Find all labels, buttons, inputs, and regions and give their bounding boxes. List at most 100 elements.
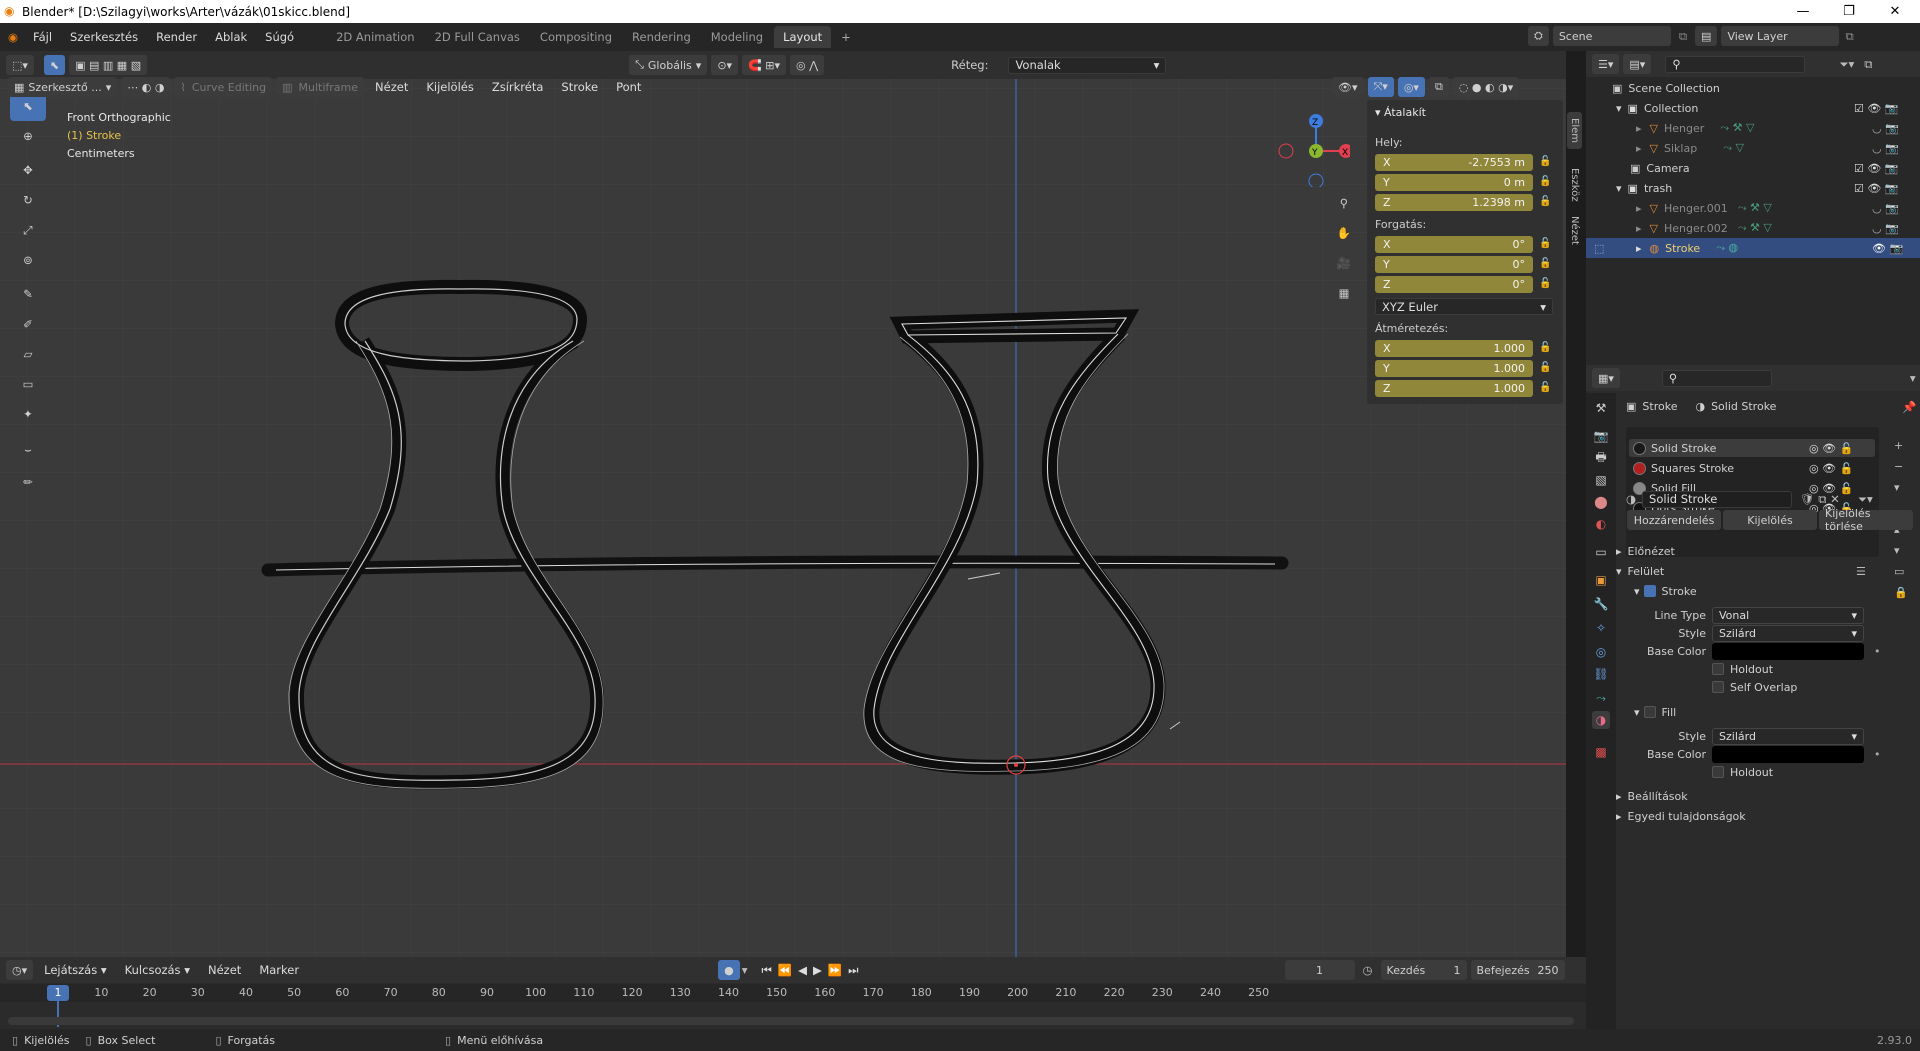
select-mode-buttons[interactable]: ⋯ ◐ ◑ [121, 77, 171, 97]
tool-annotate[interactable]: ✏ [10, 467, 46, 497]
overlay-icon[interactable]: ◎▾ [1397, 77, 1425, 97]
filter-icon[interactable]: ⏷▾ [1839, 57, 1854, 72]
proportional-icon[interactable]: ◎ ⋀ [790, 55, 825, 75]
output-tab-icon[interactable]: 🖶 [1592, 449, 1610, 467]
holdout-checkbox[interactable] [1712, 663, 1724, 675]
assign-button[interactable]: Hozzárendelés [1627, 510, 1721, 530]
timeline-menu-view[interactable]: Nézet [199, 963, 250, 977]
timeline-menu-marker[interactable]: Marker [250, 963, 308, 977]
outliner-row[interactable]: ▸ ▽ Henger.002 ⤳ ⚒ ▽ ◡ 📷 [1586, 218, 1920, 238]
pin-icon[interactable]: 📌 [1902, 400, 1916, 414]
section-surface[interactable]: ▾ Felület ☰ [1616, 561, 1920, 581]
tool-bend[interactable]: ✐ [10, 309, 46, 339]
select-tool-icon[interactable]: ⬉ [43, 55, 66, 75]
timeline-menu-keying[interactable]: Kulcsozás ▾ [116, 963, 199, 977]
close-icon[interactable]: ✕ [1872, 0, 1918, 23]
shading-modes-icon[interactable]: ◌ ● ◐ ◑▾ [1452, 77, 1520, 97]
lock-icon[interactable]: 🔓 [1539, 238, 1553, 250]
tab-rendering[interactable]: Rendering [623, 26, 700, 48]
blender-menu-icon[interactable]: ◉ [8, 30, 18, 44]
material-slot-item[interactable]: Squares Stroke ◎ 👁 🔓 [1629, 459, 1859, 477]
editor-type-icon[interactable]: ⬚▾ [6, 55, 34, 75]
tab-2d-full-canvas[interactable]: 2D Full Canvas [426, 26, 529, 48]
timeline-editor-icon[interactable]: ◷▾ [6, 960, 34, 980]
fill-base-color-swatch[interactable] [1712, 745, 1864, 763]
menu-window[interactable]: Ablak [206, 30, 256, 44]
tab-item[interactable]: Elem [1567, 112, 1582, 149]
rotation-z-field[interactable]: Z 0° [1375, 276, 1533, 293]
modifier-tab-icon[interactable]: 🔧 [1592, 595, 1610, 613]
playback-controls[interactable]: ⏮⏪◀▶⏩⏭ [761, 963, 864, 978]
timeline-scrollbar[interactable] [8, 1017, 1574, 1025]
world-tab-icon[interactable]: ◐ [1592, 515, 1610, 533]
self-overlap-checkbox[interactable] [1712, 681, 1724, 693]
lock-icon[interactable]: 🔓 [1539, 156, 1553, 168]
tab-tool[interactable]: Eszköz [1567, 162, 1582, 208]
list-icon[interactable]: ☰ [1856, 565, 1866, 578]
maximize-icon[interactable]: ❐ [1826, 0, 1872, 23]
select-mode-icons[interactable]: ▣ ▤ ▥ ▦ ▧ [69, 55, 148, 75]
vp-menu-gpencil[interactable]: Zsírkréta [483, 80, 553, 94]
tab-2d-animation[interactable]: 2D Animation [327, 26, 423, 48]
xray-icon[interactable]: ⧉ [1428, 77, 1449, 97]
lock-icon[interactable]: 🔓 [1539, 176, 1553, 188]
subsection-stroke[interactable]: ▾ Stroke [1616, 581, 1920, 601]
rotation-x-field[interactable]: X 0° [1375, 236, 1533, 253]
minimize-icon[interactable]: — [1780, 0, 1826, 23]
style-dropdown[interactable]: Szilárd ▾ [1712, 624, 1864, 642]
scene-tab-icon[interactable]: ⬤ [1592, 493, 1610, 511]
material-name-field[interactable]: Solid Stroke [1642, 490, 1793, 508]
tool-radius[interactable]: ✎ [10, 279, 46, 309]
tool-rotate[interactable]: ↻ [10, 185, 46, 215]
lock-icon[interactable]: 🔓 [1539, 258, 1553, 270]
scale-x-field[interactable]: X 1.000 [1375, 340, 1533, 357]
location-x-field[interactable]: X -2.7553 m [1375, 154, 1533, 171]
view-layer-new-icon[interactable]: ⧉ [1845, 29, 1853, 44]
stroke-checkbox[interactable] [1643, 585, 1656, 597]
scene-field[interactable]: Scene [1552, 26, 1671, 46]
scale-y-field[interactable]: Y 1.000 [1375, 360, 1533, 377]
outliner-row[interactable]: ▸ ▽ Siklap ⤳ ▽ ◡ 📷 [1586, 138, 1920, 158]
view-layer-icon[interactable]: ▤ [1695, 26, 1718, 46]
menu-render[interactable]: Render [147, 30, 206, 44]
tab-layout[interactable]: Layout [774, 26, 832, 48]
ortho-grid-icon[interactable]: ▦ [1332, 286, 1356, 310]
effects-tab-icon[interactable]: ✧ [1592, 619, 1610, 637]
navigation-gizmo[interactable]: Z X Y [1270, 107, 1350, 187]
orientation-dropdown[interactable]: ⤡ Globális ▾ [629, 55, 708, 75]
tool-to-sphere[interactable]: ▭ [10, 369, 46, 399]
outliner-row[interactable]: ▣ Scene Collection [1586, 78, 1920, 98]
outliner-row[interactable]: ▸ ▽ Henger.001 ⤳ ⚒ ▽ ◡ 📷 [1586, 198, 1920, 218]
render-tab-icon[interactable]: 📷 [1592, 427, 1610, 445]
rotation-mode-dropdown[interactable]: XYZ Euler ▾ [1375, 298, 1553, 315]
multiframe-toggle[interactable]: ▥ Multiframe [276, 77, 365, 97]
location-z-field[interactable]: Z 1.2398 m [1375, 194, 1533, 211]
pivot-icon[interactable]: ⊙▾ [711, 55, 739, 75]
lock-icon[interactable]: 🔓 [1539, 196, 1553, 208]
layer-dropdown[interactable]: Vonalak ▾ [1008, 56, 1167, 74]
menu-help[interactable]: Súgó [256, 30, 303, 44]
new-collection-icon[interactable]: ⧉ [1864, 57, 1872, 72]
menu-edit[interactable]: Szerkesztés [61, 30, 147, 44]
add-workspace-icon[interactable]: + [833, 30, 859, 44]
scale-z-field[interactable]: Z 1.000 [1375, 380, 1533, 397]
physics-tab-icon[interactable]: ◎ [1592, 643, 1610, 661]
constraint-tab-icon[interactable]: ⛓ [1592, 665, 1610, 683]
outliner-editor-icon[interactable]: ☰▾ [1592, 54, 1620, 74]
data-tab-icon[interactable]: ⤳ [1592, 689, 1610, 707]
material-tab-icon[interactable]: ◑ [1592, 711, 1610, 729]
deselect-button[interactable]: Kijelölés törlése [1819, 507, 1913, 533]
display-mode-icon[interactable]: ▤▾ [1623, 54, 1652, 74]
lock-icon[interactable]: 🔓 [1539, 278, 1553, 290]
menu-file[interactable]: Fájl [24, 30, 61, 44]
current-frame-field[interactable]: 1 [1284, 960, 1355, 980]
vp-menu-view[interactable]: Nézet [366, 80, 417, 94]
fill-checkbox[interactable] [1643, 706, 1656, 718]
vp-menu-stroke[interactable]: Stroke [552, 80, 607, 94]
tool-tab-icon[interactable]: ⚒ [1592, 399, 1610, 417]
curve-editing-toggle[interactable]: ⌇ Curve Editing [174, 77, 273, 97]
playhead[interactable]: 1 [47, 985, 69, 1001]
camera-view-icon[interactable]: 🎥 [1332, 256, 1356, 280]
pan-hand-icon[interactable]: ✋ [1332, 226, 1356, 250]
lock-icon[interactable]: 🔓 [1539, 382, 1553, 394]
